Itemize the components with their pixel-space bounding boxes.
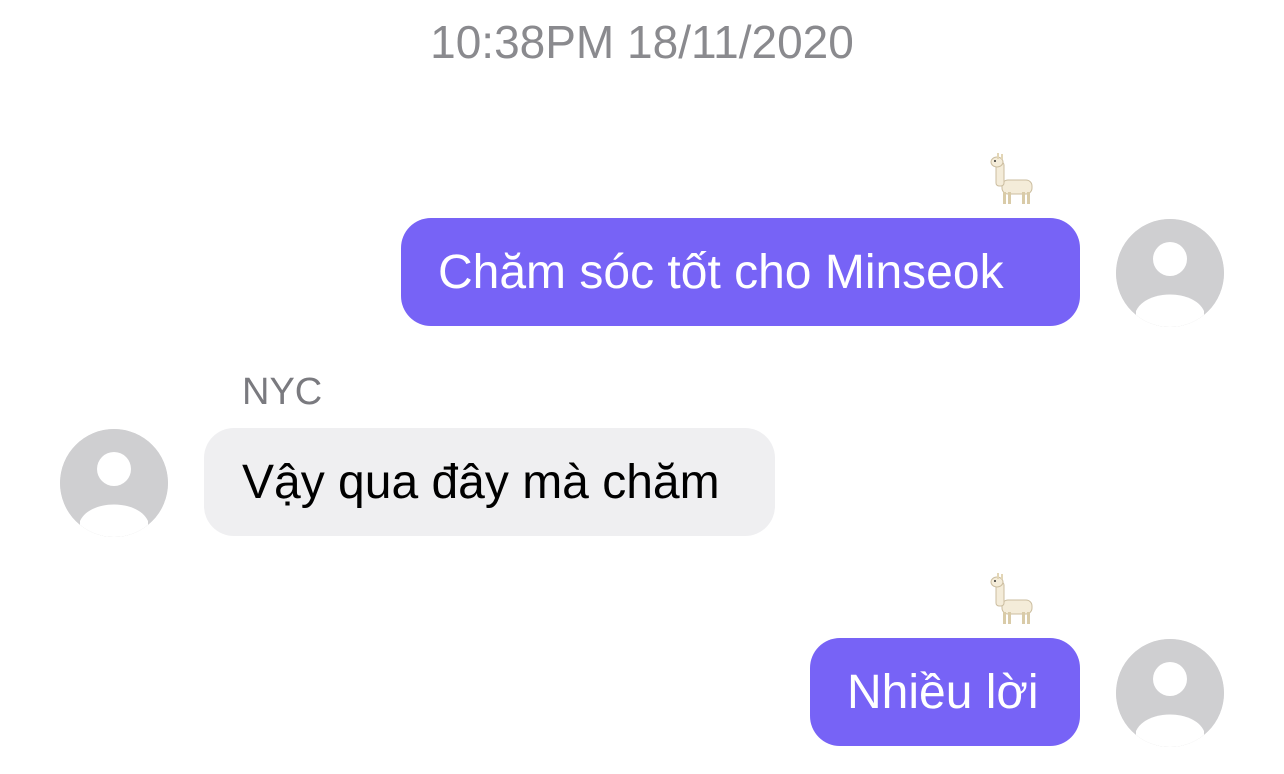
avatar[interactable]: [1116, 639, 1224, 747]
message-text: Chăm sóc tốt cho Minseok: [438, 245, 1004, 299]
llama-reaction-icon[interactable]: [988, 152, 1044, 208]
outgoing-message-bubble[interactable]: Nhiều lời: [810, 638, 1080, 746]
default-user-avatar-icon: [1116, 219, 1224, 327]
outgoing-message-bubble[interactable]: Chăm sóc tốt cho Minseok: [401, 218, 1080, 326]
conversation-timestamp: 10:38PM 18/11/2020: [430, 16, 854, 68]
sender-name: NYC: [242, 371, 323, 413]
default-user-avatar-icon: [1116, 639, 1224, 747]
incoming-message-bubble[interactable]: Vậy qua đây mà chăm: [204, 428, 775, 536]
avatar[interactable]: [60, 429, 168, 537]
avatar[interactable]: [1116, 219, 1224, 327]
message-text: Vậy qua đây mà chăm: [242, 455, 720, 509]
message-text: Nhiều lời: [847, 665, 1039, 719]
default-user-avatar-icon: [60, 429, 168, 537]
llama-reaction-icon[interactable]: [988, 572, 1044, 628]
